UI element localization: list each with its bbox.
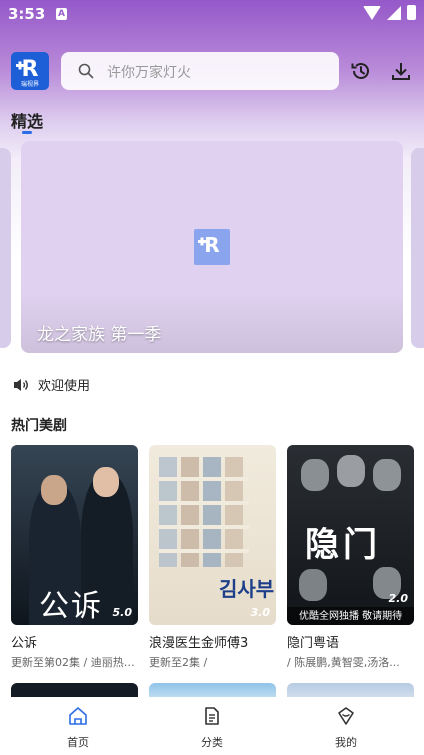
profile-icon (338, 707, 354, 725)
rating-badge: 3.0 (250, 606, 271, 619)
banner-placeholder-logo: R (194, 229, 230, 265)
search-placeholder: 许你万家灯火 (107, 65, 191, 81)
card-title: 浪漫医生金师傅3 (149, 636, 249, 651)
poster-face (299, 569, 327, 601)
nav-label: 我的 (335, 736, 357, 749)
history-icon[interactable] (350, 60, 372, 82)
bottom-nav: 首页 分类 我的 (0, 697, 424, 755)
signal-icon (387, 5, 401, 20)
poster-text: 隐门 (305, 525, 381, 565)
logo-text: 瑞视界 (21, 80, 39, 88)
banner-slide[interactable]: R 龙之家族 第一季 (21, 141, 403, 353)
search-input[interactable]: 许你万家灯火 (61, 52, 339, 90)
card-subtitle: / 陈展鹏,黄智雯,汤洛... (287, 656, 400, 669)
drama-card[interactable]: 김사부 3.0 浪漫医生金师傅3 更新至2集 / (149, 445, 276, 670)
rating-badge: 5.0 (112, 606, 133, 619)
notice-text: 欢迎使用 (38, 379, 91, 394)
nav-home[interactable]: 首页 (38, 705, 118, 750)
banner-title: 龙之家族 第一季 (37, 325, 162, 345)
drama-card[interactable]: 隐门 优酷全网独播 敬请期待 2.0 隐门粤语 / 陈展鹏,黄智雯,汤洛... (287, 445, 414, 670)
poster-face (373, 459, 401, 491)
wifi-icon (363, 5, 381, 20)
poster-face (93, 467, 119, 497)
poster-face (41, 475, 67, 505)
poster-collage-grid (159, 457, 249, 567)
card-subtitle: 更新至2集 / (149, 656, 208, 669)
search-icon (78, 63, 94, 79)
notification-icon: A (56, 8, 67, 20)
tab-featured[interactable]: 精选 (11, 108, 43, 132)
drama-card[interactable]: 公诉 5.0 公诉 更新至第02集 / 迪丽热巴... (11, 445, 138, 670)
app-logo[interactable]: R 瑞视界 (11, 52, 49, 90)
nav-profile[interactable]: 我的 (306, 705, 386, 750)
nav-label: 首页 (67, 736, 89, 749)
poster-text: 公诉 (39, 589, 103, 624)
poster-text: 김사부 (219, 577, 275, 601)
poster-face (301, 459, 329, 491)
card-subtitle: 更新至第02集 / 迪丽热巴... (11, 656, 138, 669)
poster-banner-text: 优酷全网独播 敬请期待 (299, 611, 403, 622)
category-icon (205, 707, 219, 725)
banner-prev-slide[interactable] (0, 148, 11, 348)
home-icon (69, 707, 87, 725)
nav-label: 分类 (201, 736, 223, 749)
banner-next-slide[interactable] (411, 148, 424, 348)
status-time: 3:53 (8, 5, 46, 23)
svg-text:R: R (204, 233, 219, 257)
tab-indicator (22, 131, 32, 134)
battery-icon (407, 5, 416, 20)
download-icon[interactable] (390, 60, 412, 82)
app-logo-icon: R 瑞视界 (16, 57, 39, 88)
notice-bar: 欢迎使用 (12, 375, 90, 394)
card-title: 隐门粤语 (287, 636, 340, 651)
card-title: 公诉 (11, 636, 38, 651)
svg-text:R: R (22, 57, 39, 82)
banner-logo-icon: R (198, 233, 220, 257)
status-bar: 3:53 A (0, 0, 424, 28)
nav-category[interactable]: 分类 (172, 705, 252, 750)
section-title: 热门美剧 (11, 418, 67, 434)
poster-face (337, 455, 365, 487)
poster-image: 김사부 3.0 (149, 445, 276, 625)
rating-badge: 2.0 (388, 592, 409, 605)
poster-image: 隐门 优酷全网独播 敬请期待 2.0 (287, 445, 414, 625)
poster-image: 公诉 5.0 (11, 445, 138, 625)
speaker-icon (14, 378, 28, 391)
